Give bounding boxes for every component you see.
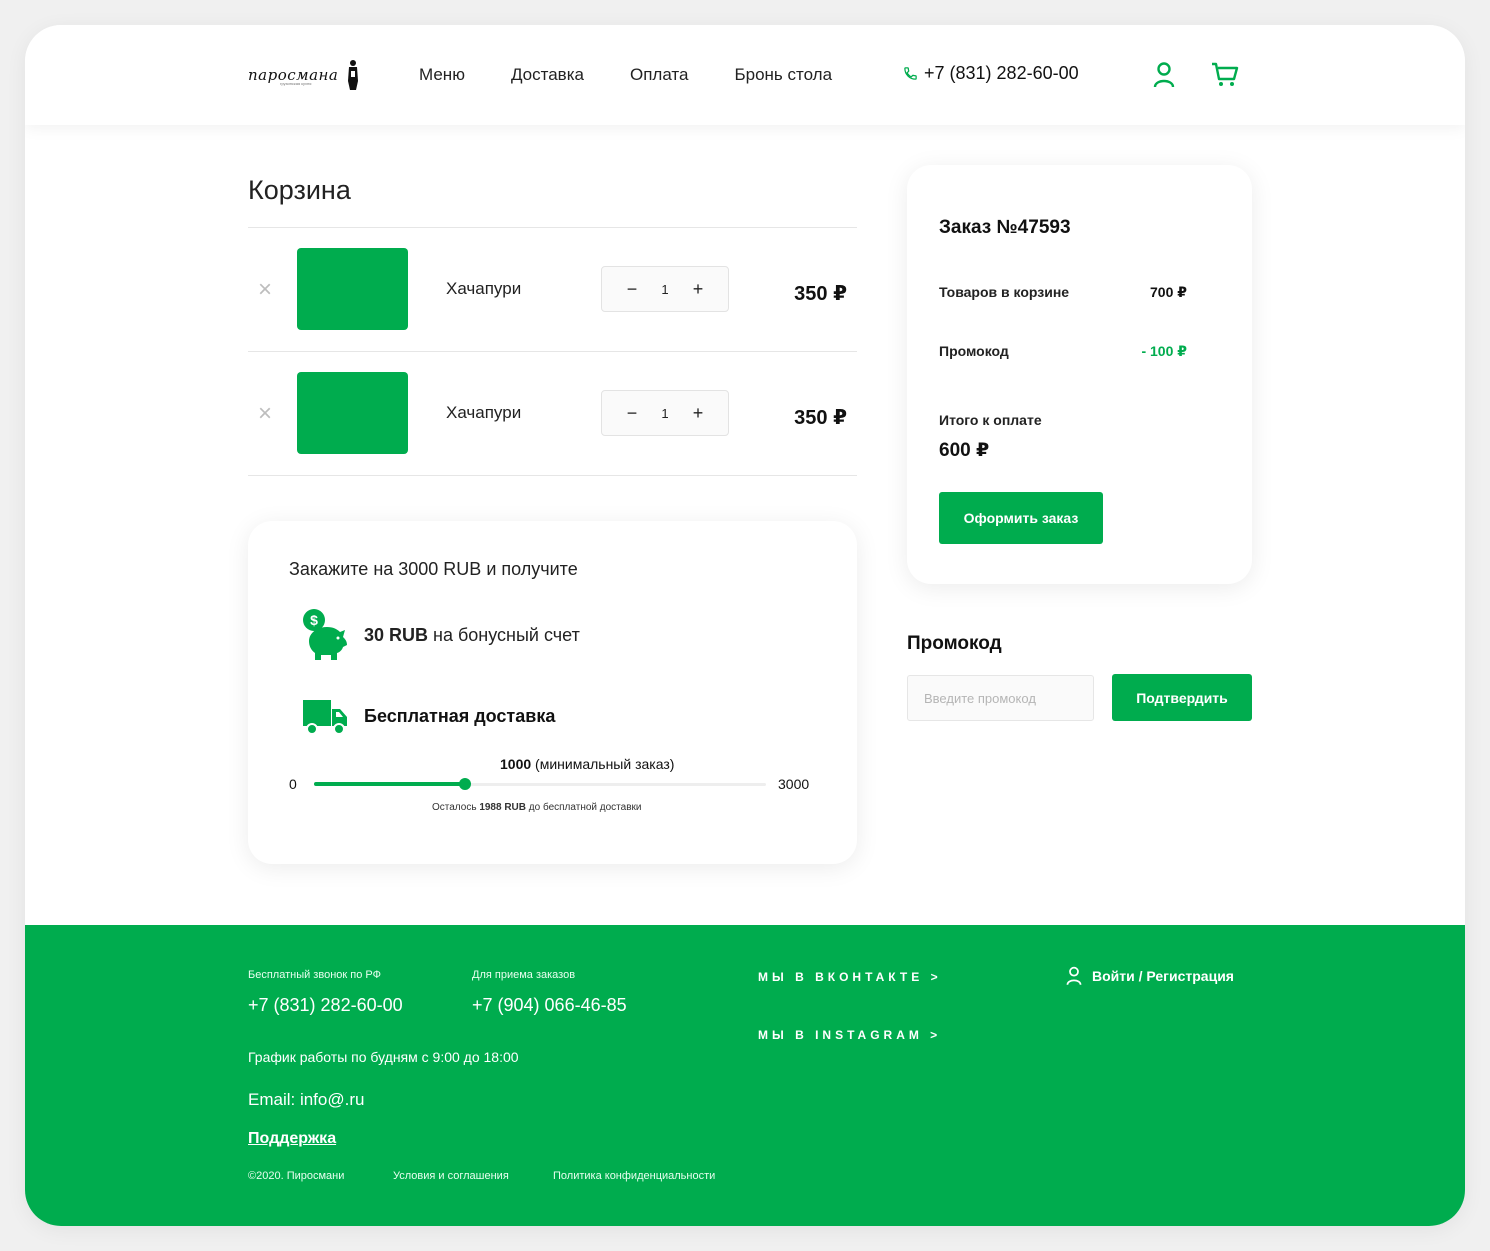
footer-email[interactable]: Email: info@.ru xyxy=(248,1090,364,1110)
divider xyxy=(248,475,857,476)
logo-figure-icon xyxy=(348,60,359,90)
user-icon xyxy=(1066,966,1082,985)
min-order-note: (минимальный заказ) xyxy=(531,756,675,772)
header-phone-number: +7 (831) 282-60-00 xyxy=(924,63,1079,83)
site-footer: Бесплатный звонок по РФ +7 (831) 282-60-… xyxy=(25,925,1465,1226)
remaining-to-free-delivery: Осталось 1988 RUB до бесплатной доставки xyxy=(432,802,641,813)
promo-title: Промокод xyxy=(907,633,1002,654)
item-price: 350 ₽ xyxy=(794,407,847,429)
free-call-phone[interactable]: +7 (831) 282-60-00 xyxy=(248,995,403,1016)
bonus-reward: 30 RUB на бонусный счет xyxy=(364,625,580,646)
quantity-stepper: − 1 + xyxy=(601,390,729,436)
scale-max-label: 3000 xyxy=(778,776,810,792)
free-delivery-label: Бесплатная доставка xyxy=(364,706,556,726)
checkout-button[interactable]: Оформить заказ xyxy=(939,492,1103,544)
order-title: Заказ №47593 xyxy=(939,217,1071,238)
promo-code-input[interactable] xyxy=(907,675,1094,721)
logo[interactable]: паросмана грузинская кухня xyxy=(248,57,363,93)
item-price: 350 ₽ xyxy=(794,283,847,305)
bonus-card: Закажите на 3000 RUB и получите $ 30 RUB… xyxy=(248,521,857,864)
page-title: Корзина xyxy=(248,175,351,205)
quantity-value[interactable]: 1 xyxy=(661,406,668,421)
promo-discount-label: Промокод xyxy=(939,343,1009,359)
product-image[interactable] xyxy=(297,372,408,454)
privacy-link[interactable]: Политика конфиденциальности xyxy=(553,1170,715,1182)
copyright: ©2020. Пиросмани xyxy=(248,1170,345,1182)
quantity-stepper: − 1 + xyxy=(601,266,729,312)
promo-discount-value: - 100 ₽ xyxy=(1141,343,1187,359)
remain-prefix: Осталось xyxy=(432,802,480,813)
vk-link[interactable]: МЫ В ВКОНТАКТЕ > xyxy=(758,970,942,984)
terms-link[interactable]: Условия и соглашения xyxy=(393,1170,509,1182)
bonus-card-title: Закажите на 3000 RUB и получите xyxy=(289,559,578,579)
account-button[interactable] xyxy=(1150,61,1178,89)
product-name[interactable]: Хачапури xyxy=(446,403,521,423)
nav-item-payment[interactable]: Оплата xyxy=(630,63,688,87)
header-phone[interactable]: +7 (831) 282-60-00 xyxy=(903,63,1079,84)
divider xyxy=(248,227,857,228)
remove-item-button[interactable]: × xyxy=(255,402,275,426)
login-label: Войти / Регистрация xyxy=(1092,968,1234,984)
remain-suffix: до бесплатной доставки xyxy=(526,802,642,813)
delivery-progress-fill xyxy=(314,782,468,786)
free-call-label: Бесплатный звонок по РФ xyxy=(248,969,381,981)
piggy-bank-icon: $ xyxy=(303,609,347,660)
increase-button[interactable]: + xyxy=(690,403,706,424)
decrease-button[interactable]: − xyxy=(624,279,640,300)
nav-item-delivery[interactable]: Доставка xyxy=(511,63,584,87)
quantity-value[interactable]: 1 xyxy=(661,282,668,297)
remove-item-button[interactable]: × xyxy=(255,278,275,302)
bonus-reward-text: на бонусный счет xyxy=(428,625,580,645)
svg-text:$: $ xyxy=(310,612,318,628)
instagram-link[interactable]: МЫ В INSTAGRAM > xyxy=(758,1028,941,1042)
min-order-label: 1000 (минимальный заказ) xyxy=(500,756,674,772)
site-header: паросмана грузинская кухня Меню Доставка… xyxy=(25,25,1465,125)
truck-icon xyxy=(303,700,347,735)
login-link[interactable]: Войти / Регистрация xyxy=(1066,966,1234,986)
orders-phone[interactable]: +7 (904) 066-46-85 xyxy=(472,995,627,1016)
logo-subtitle: грузинская кухня xyxy=(280,81,312,86)
increase-button[interactable]: + xyxy=(690,279,706,300)
min-order-value: 1000 xyxy=(500,756,532,772)
total-label: Итого к оплате xyxy=(939,412,1042,428)
product-name[interactable]: Хачапури xyxy=(446,279,521,299)
bonus-amount: 30 RUB xyxy=(364,625,429,645)
nav-item-booking[interactable]: Бронь стола xyxy=(734,63,832,87)
min-order-marker xyxy=(459,778,471,790)
main-nav: Меню Доставка Оплата Бронь стола xyxy=(419,63,878,87)
product-image[interactable] xyxy=(297,248,408,330)
nav-item-menu[interactable]: Меню xyxy=(419,63,465,87)
user-icon xyxy=(1153,62,1175,88)
decrease-button[interactable]: − xyxy=(624,403,640,424)
divider xyxy=(248,351,857,352)
order-summary-card: Заказ №47593 Товаров в корзине 700 ₽ Про… xyxy=(907,165,1252,584)
work-schedule: График работы по будням с 9:00 до 18:00 xyxy=(248,1049,519,1065)
scale-min-label: 0 xyxy=(289,776,297,792)
orders-phone-label: Для приема заказов xyxy=(472,969,576,981)
confirm-promo-button[interactable]: Подтвердить xyxy=(1112,674,1252,721)
phone-icon xyxy=(904,67,917,80)
remain-amount: 1988 RUB xyxy=(479,802,527,813)
cart-button[interactable] xyxy=(1211,61,1239,89)
total-value: 600 ₽ xyxy=(939,440,990,461)
support-link[interactable]: Поддержка xyxy=(248,1130,336,1148)
items-total-label: Товаров в корзине xyxy=(939,284,1070,300)
cart-icon xyxy=(1212,62,1239,86)
items-total-value: 700 ₽ xyxy=(1150,284,1187,300)
page-frame: паросмана грузинская кухня Меню Доставка… xyxy=(25,25,1465,1226)
